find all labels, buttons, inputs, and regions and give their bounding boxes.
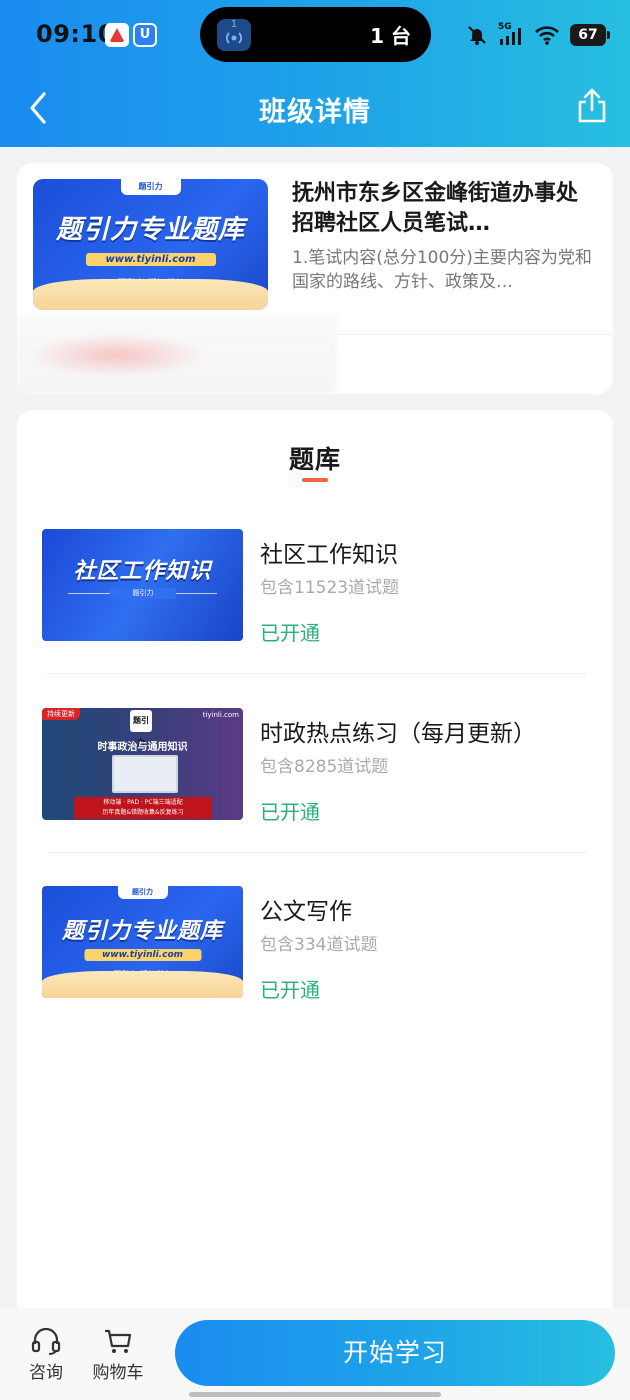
bank-item-official-writing[interactable]: 题引力 题引力专业题库 www.tiyinli.com 题引力 版权所有 公文写…: [42, 886, 588, 1002]
share-icon: [578, 88, 606, 123]
headset-icon: [31, 1327, 61, 1355]
header: 09:10 U 1 1 台 5G 67 班级详情: [0, 0, 630, 147]
shield-app-icon: U: [133, 23, 157, 47]
bank-thumbnail: 社区工作知识 题引力: [42, 529, 243, 641]
class-thumbnail: 题引力 题引力专业题库 www.tiyinli.com 题引力 版权所有: [33, 179, 268, 310]
thumb-logo: 题引力: [130, 710, 152, 747]
mute-bell-icon: [468, 26, 486, 45]
dynamic-island[interactable]: 1 1 台: [200, 7, 431, 62]
section-heading: 题库: [288, 445, 341, 474]
bank-count: 包含8285道试题: [260, 757, 389, 777]
thumb-banner: 移动端 · PAD · PC端三端适配 历年真题&错题收集&反复练习: [74, 797, 212, 819]
thumb-headline: 社区工作知识: [73, 559, 212, 584]
class-description: 1.笔试内容(总分100分)主要内容为党和国家的路线、方针、政策及…: [292, 248, 592, 292]
status-indicators: 5G 67: [466, 22, 610, 48]
bank-item-community-work[interactable]: 社区工作知识 题引力 社区工作知识 包含11523道试题 已开通: [42, 529, 588, 645]
divider: [47, 673, 587, 674]
heading-underline: [302, 478, 328, 482]
wifi-icon: [535, 26, 559, 45]
device-mockup: [112, 755, 178, 793]
bank-item-current-affairs[interactable]: 持续更新 题引力 tiyinli.com 时事政治与通用知识 移动端 · PAD…: [42, 708, 588, 824]
bank-count: 包含334道试题: [260, 935, 378, 955]
bank-thumbnail: 持续更新 题引力 tiyinli.com 时事政治与通用知识 移动端 · PAD…: [42, 708, 243, 820]
nav-bar: 班级详情: [0, 70, 630, 147]
notification-app-icon: [105, 23, 129, 47]
bank-status: 已开通: [260, 978, 320, 1002]
class-title: 抚州市东乡区金峰街道办事处招聘社区人员笔试…: [292, 181, 579, 236]
share-button[interactable]: [574, 86, 610, 126]
bank-name: 社区工作知识: [260, 542, 398, 568]
bank-name: 公文写作: [260, 899, 352, 925]
class-card[interactable]: 题引力 题引力专业题库 www.tiyinli.com 题引力 版权所有 抚州市…: [17, 163, 613, 394]
thumb-logo: 题引力: [117, 886, 168, 899]
thumb-title: 时事政治与通用知识: [97, 742, 188, 753]
bank-count: 包含11523道试题: [260, 578, 400, 598]
thumb-url: www.tiyinli.com: [83, 949, 202, 961]
thumb-logo: 题引力: [120, 179, 181, 195]
status-bar: 09:10 U 1 1 台 5G 67: [0, 0, 630, 70]
battery-icon: 67: [570, 24, 610, 46]
start-learning-button[interactable]: 开始学习: [175, 1320, 615, 1386]
blurred-region: [17, 313, 337, 393]
bank-status: 已开通: [260, 800, 320, 824]
bank-status: 已开通: [260, 621, 320, 645]
consult-label: 咨询: [29, 1363, 63, 1383]
home-indicator[interactable]: [189, 1392, 441, 1397]
island-text: 1 台: [370, 24, 411, 48]
cart-label: 购物车: [92, 1363, 144, 1383]
signal-icon: 5G: [498, 22, 524, 46]
thumb-site: tiyinli.com: [202, 711, 239, 719]
bank-thumbnail: 题引力 题引力专业题库 www.tiyinli.com 题引力 版权所有: [42, 886, 243, 998]
cart-button[interactable]: 购物车: [88, 1326, 148, 1383]
shopping-cart-icon: [105, 1329, 132, 1353]
consult-button[interactable]: 咨询: [16, 1326, 76, 1383]
status-time: 09:10: [36, 20, 115, 48]
divider: [47, 852, 587, 853]
thumb-tag: 持续更新: [42, 708, 80, 720]
divider: [292, 334, 613, 335]
bank-name: 时政热点练习（每月更新）: [260, 721, 536, 747]
bottom-bar: 咨询 购物车 开始学习: [0, 1308, 630, 1400]
thumb-headline: 题引力专业题库: [55, 215, 245, 245]
question-bank-section: 题库 社区工作知识 题引力 社区工作知识 包含11523道试题 已开通 持续更新…: [17, 410, 613, 1310]
thumb-url: www.tiyinli.com: [85, 253, 216, 266]
thumb-headline: 题引力专业题库: [61, 919, 223, 944]
broadcast-icon: 1: [217, 19, 251, 51]
page-title: 班级详情: [259, 97, 371, 128]
thumb-label: 题引力: [110, 588, 176, 599]
